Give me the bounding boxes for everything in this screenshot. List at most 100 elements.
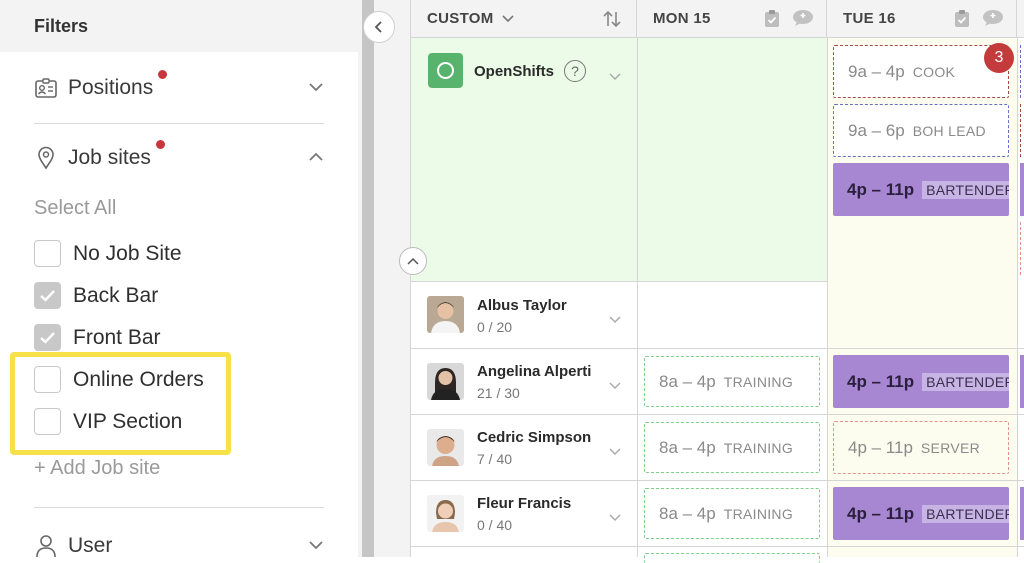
job-site-option-label: Front Bar	[73, 325, 161, 349]
shift-role: SERVER	[920, 439, 981, 456]
employee-name: Fleur Francis	[477, 495, 572, 512]
shift-role: BARTENDER	[922, 504, 1009, 523]
day-header-tue[interactable]: TUE 16	[827, 0, 1017, 38]
filters-title: Filters	[0, 0, 358, 52]
checkbox[interactable]	[34, 240, 61, 267]
chevron-down-icon[interactable]	[501, 10, 514, 27]
shift-card[interactable]: 8a – 4p TRAINING	[644, 422, 820, 473]
open-shifts-cell[interactable]: OpenShifts ?	[411, 38, 637, 282]
job-sites-active-dot	[155, 140, 165, 149]
chevron-up-icon[interactable]	[308, 149, 324, 167]
job-site-option-label: No Job Site	[73, 241, 182, 265]
shift-role: TRAINING	[723, 439, 794, 456]
next-day-shift-edge	[1020, 222, 1024, 275]
shift-card[interactable]: 8a – 4p TRAINING	[644, 356, 820, 407]
collapse-sidebar-button[interactable]	[363, 11, 395, 43]
chevron-down-icon[interactable]	[609, 443, 621, 461]
chevron-down-icon[interactable]	[308, 537, 324, 555]
divider	[34, 123, 324, 124]
employee-name: Cedric Simpson	[477, 429, 592, 446]
job-sites-label: Job sites	[68, 146, 151, 169]
avatar	[427, 363, 464, 400]
job-site-option[interactable]: No Job Site	[34, 240, 182, 267]
collapse-open-shifts-button[interactable]	[399, 247, 427, 275]
job-sites-section-header[interactable]: Job sites	[34, 140, 324, 173]
shift-time: 4p – 11p	[848, 437, 913, 457]
day-header-next	[1017, 0, 1024, 38]
positions-section-header[interactable]: Positions	[34, 70, 324, 103]
shift-time: 4p – 11p	[847, 371, 915, 391]
shift-role: COOK	[912, 63, 956, 80]
open-shift-card[interactable]: 4p – 11p BARTENDER	[833, 163, 1009, 216]
shift-role: BARTENDER	[922, 372, 1009, 391]
next-day-shift-edge	[1020, 104, 1024, 157]
chevron-down-icon[interactable]	[609, 509, 621, 527]
employee-name: Angelina Alperti	[477, 363, 592, 380]
day-header-mon[interactable]: MON 15	[637, 0, 827, 38]
user-label: User	[68, 534, 113, 557]
job-site-option[interactable]: Front Bar	[34, 324, 161, 351]
employee-name: Albus Taylor	[477, 297, 567, 314]
shift-card-partial[interactable]	[644, 553, 820, 563]
sort-header[interactable]: CUSTOM	[411, 0, 637, 38]
positions-label: Positions	[68, 76, 154, 99]
open-shifts-title: OpenShifts	[474, 63, 555, 80]
openshifts-logo-icon	[428, 53, 463, 88]
highlight-box	[10, 352, 231, 455]
add-job-site-link[interactable]: + Add Job site	[34, 457, 160, 480]
chevron-down-icon[interactable]	[609, 68, 621, 86]
select-all-link[interactable]: Select All	[34, 197, 116, 220]
filters-sidebar: Filters Positions Job sites Select All N…	[0, 0, 358, 558]
shift-role: TRAINING	[723, 373, 794, 390]
day-label: MON 15	[653, 10, 711, 27]
job-site-option-label: Back Bar	[73, 283, 159, 307]
shift-time: 8a – 4p	[659, 437, 716, 457]
employee-hours: 7 / 40	[477, 451, 513, 467]
shift-card[interactable]: 8a – 4p TRAINING	[644, 488, 820, 539]
shift-card[interactable]: 4p – 11p SERVER	[833, 421, 1009, 474]
employee-hours: 0 / 40	[477, 517, 513, 533]
positions-active-dot	[158, 70, 168, 79]
schedule-grid: CUSTOM MON 15 TUE 16 OpenShifts ? 9a – 4…	[399, 0, 1024, 563]
shift-role: TRAINING	[723, 505, 794, 522]
shift-time: 4p – 11p	[847, 503, 915, 523]
sort-label: CUSTOM	[427, 10, 494, 27]
row-divider	[411, 546, 1024, 547]
chevron-down-icon[interactable]	[609, 377, 621, 395]
sort-arrows-icon[interactable]	[602, 10, 622, 32]
shift-card[interactable]: 4p – 11p BARTENDER	[833, 487, 1009, 540]
shift-time: 4p – 11p	[847, 179, 915, 199]
shift-time: 9a – 4p	[848, 61, 905, 81]
shift-role: BARTENDER	[922, 180, 1009, 199]
clipboard-check-icon[interactable]	[954, 9, 970, 32]
open-shift-card[interactable]: 9a – 6p BOH LEAD	[833, 104, 1009, 157]
divider	[34, 507, 324, 508]
checkbox[interactable]	[34, 324, 61, 351]
checkmark-icon	[40, 290, 55, 302]
chevron-down-icon[interactable]	[609, 311, 621, 329]
shift-time: 8a – 4p	[659, 503, 716, 523]
avatar	[427, 296, 464, 333]
day-label: TUE 16	[843, 10, 896, 27]
avatar	[427, 495, 464, 532]
next-day-shift-edge	[1020, 487, 1024, 540]
employee-row-fleur-francis[interactable]: Fleur Francis 0 / 40	[411, 480, 637, 546]
scrollbar[interactable]	[362, 0, 374, 557]
clipboard-check-icon[interactable]	[764, 9, 780, 32]
user-icon	[34, 534, 58, 558]
comment-icon[interactable]	[792, 9, 814, 32]
shift-card[interactable]: 4p – 11p BARTENDER	[833, 355, 1009, 408]
employee-row-cedric-simpson[interactable]: Cedric Simpson 7 / 40	[411, 414, 637, 480]
help-icon[interactable]: ?	[564, 60, 586, 82]
chevron-left-icon	[374, 21, 382, 33]
id-badge-icon	[34, 76, 58, 100]
shift-time: 9a – 6p	[848, 120, 905, 140]
checkbox[interactable]	[34, 282, 61, 309]
open-shift-card[interactable]: 9a – 4p COOK	[833, 45, 1009, 98]
job-site-option[interactable]: Back Bar	[34, 282, 158, 309]
comment-icon[interactable]	[982, 9, 1004, 32]
avatar	[427, 429, 464, 466]
employee-row-angelina-alperti[interactable]: Angelina Alperti 21 / 30	[411, 348, 637, 414]
employee-row-albus-taylor[interactable]: Albus Taylor 0 / 20	[411, 282, 637, 348]
chevron-down-icon[interactable]	[308, 79, 324, 97]
